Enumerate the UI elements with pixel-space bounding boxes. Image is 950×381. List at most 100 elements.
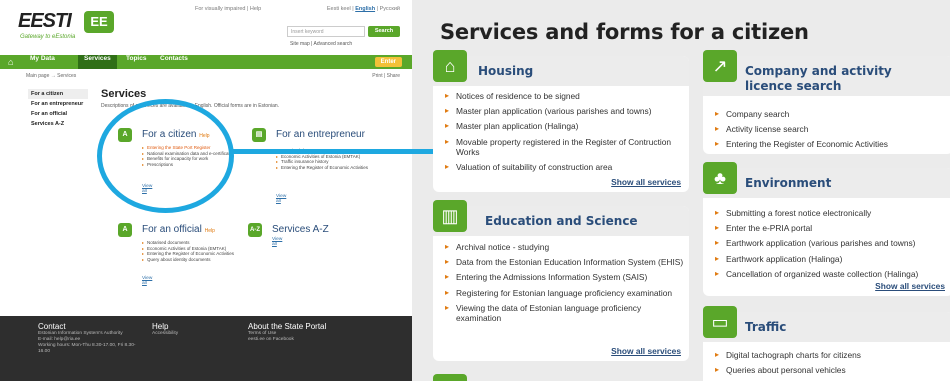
show-all-link[interactable]: Show all services [875,281,945,291]
list-item[interactable]: Entering the Register of Economic Activi… [715,139,945,149]
list-item[interactable]: Master plan application (various parishe… [445,106,685,116]
nav-topics[interactable]: Topics [120,55,152,69]
footer-help-title: Help [152,322,169,331]
site-footer: Contact Estonian Information System's Au… [0,316,412,381]
show-all-link[interactable]: Show all services [611,346,681,356]
highlight-connector-line [230,149,436,154]
group-header: ♣ Environment [703,162,950,198]
list-item[interactable]: Viewing the data of Estonian language pr… [445,303,685,323]
citizen-services-panel: Services and forms for a citizen ⌂ Housi… [428,0,950,381]
group-title[interactable]: Education and Science [485,214,638,228]
nav-services[interactable]: Services [78,55,117,69]
home-icon[interactable]: ⌂ [8,57,13,67]
group-list: Notices of residence to be signed Master… [445,91,685,177]
sidebar-item-az[interactable]: Services A-Z [28,119,88,129]
card-official-label[interactable]: For an official [142,224,202,235]
nav-contacts[interactable]: Contacts [154,55,194,69]
group-list: Submitting a forest notice electronicall… [715,208,950,284]
main-nav: ⌂ My Data Services Topics Contacts Enter [0,55,412,69]
site-logo[interactable]: EESTI EE Gateway to eEstonia [18,10,118,40]
language-current[interactable]: English [355,6,375,12]
list-item[interactable]: Data from the Estonian Education Informa… [445,257,685,267]
list-item[interactable]: Entering the Register of Economic Activi… [276,165,376,171]
list-item[interactable]: Digital tachograph charts for citizens [715,350,950,360]
help-link[interactable]: Help [205,228,215,234]
footer-help: Help Accessibility [152,322,232,337]
logo-tagline: Gateway to eEstonia [20,34,76,40]
card-az-title[interactable]: Services A-Z [272,224,329,235]
language-switcher[interactable]: Eesti keel | English | Русский [327,6,400,12]
group-list: Archival notice - studying Data from the… [445,242,685,328]
page-title: Services [101,88,147,100]
print-share-tools[interactable]: Print | Share [372,71,400,81]
card-official-title[interactable]: For an official Help [142,224,215,235]
group-header: ▭ Traffic [703,306,950,342]
list-item[interactable]: Activity license search [715,124,945,134]
group-list: Digital tachograph charts for citizens Q… [715,350,950,380]
view-all-link[interactable]: View all [272,237,282,247]
group-header: ↗ Company and activity licence search [703,50,950,96]
list-item[interactable]: Queries about personal vehicles [715,365,950,375]
sidebar-item-official[interactable]: For an official [28,109,88,119]
list-item[interactable]: Cancellation of organized waste collecti… [715,269,950,279]
view-all-link[interactable]: View all [142,276,152,286]
list-item[interactable]: Earthwork application (Halinga) [715,254,950,264]
logo-word: EESTI [18,10,72,32]
footer-link[interactable]: eesti.ee on Facebook [248,337,358,343]
group-housing: ⌂ Housing Notices of residence to be sig… [433,50,689,192]
site-header: EESTI EE Gateway to eEstonia For visuall… [0,0,412,55]
highlight-ellipse [97,99,234,213]
list-item[interactable]: Company search [715,109,945,119]
list-item[interactable]: Query about identity documents [142,257,242,263]
accessibility-links[interactable]: For visually impaired | Help [195,6,261,12]
logo-badge: EE [84,11,114,33]
footer-about: About the State Portal Terms of Use eest… [248,322,358,343]
card-entrepreneur-title[interactable]: For an entrepreneur [276,129,365,140]
search-button[interactable]: Search [368,26,400,37]
list-item[interactable]: Entering the Admissions Information Syst… [445,272,685,282]
list-item[interactable]: Archival notice - studying [445,242,685,252]
list-item[interactable]: Submitting a forest notice electronicall… [715,208,950,218]
list-item[interactable]: Master plan application (Halinga) [445,121,685,131]
list-item[interactable]: Notices of residence to be signed [445,91,685,101]
sidebar-item-entrepreneur[interactable]: For an entrepreneur [28,99,88,109]
breadcrumb-text[interactable]: Main page → Services [26,73,76,79]
chart-icon: ↗ [703,50,737,82]
group-title[interactable]: Company and activity licence search [745,64,935,94]
page-title: Services and forms for a citizen [440,20,809,44]
group-title[interactable]: Traffic [745,320,786,334]
list-item[interactable]: Registering for Estonian language profic… [445,288,685,298]
card-official-list: Notarised documents Economic Activities … [142,240,242,262]
group-list: Company search Activity license search E… [715,109,945,155]
enter-button[interactable]: Enter [374,57,402,67]
show-all-link[interactable]: Show all services [611,177,681,187]
official-icon: A [118,223,132,237]
house-icon: ⌂ [433,50,467,82]
list-item[interactable]: Enter the e-PRIA portal [715,223,950,233]
nav-my-data[interactable]: My Data [24,55,61,69]
list-item[interactable]: Earthwork application (various parishes … [715,238,950,248]
next-group-icon [433,374,467,381]
breadcrumb: Main page → Services Print | Share [0,71,412,81]
language-russian[interactable]: | Русский [375,6,400,12]
group-header: ⌂ Housing [433,50,689,86]
group-company: ↗ Company and activity licence search Co… [703,50,950,155]
view-all-link[interactable]: View all [276,194,286,204]
site-map-links[interactable]: Site map | Advanced search [290,41,352,47]
group-header: ▥ Education and Science [433,200,689,236]
language-other[interactable]: Eesti keel | [327,6,355,12]
group-environment: ♣ Environment Submitting a forest notice… [703,162,950,296]
list-item[interactable]: Movable property registered in the Regis… [445,137,685,157]
footer-line: 16.00 [38,349,51,354]
footer-about-title: About the State Portal [248,322,327,331]
group-title[interactable]: Environment [745,176,831,190]
book-icon: ▥ [433,200,467,232]
footer-link[interactable]: Accessibility [152,331,232,337]
tree-icon: ♣ [703,162,737,194]
sidebar-item-citizen[interactable]: For a citizen [28,89,88,99]
group-title[interactable]: Housing [478,64,533,78]
group-education: ▥ Education and Science Archival notice … [433,200,689,361]
search-input[interactable]: Insert keyword [287,26,365,37]
footer-contact: Contact Estonian Information System's Au… [38,322,158,355]
list-item[interactable]: Valuation of suitability of construction… [445,162,685,172]
